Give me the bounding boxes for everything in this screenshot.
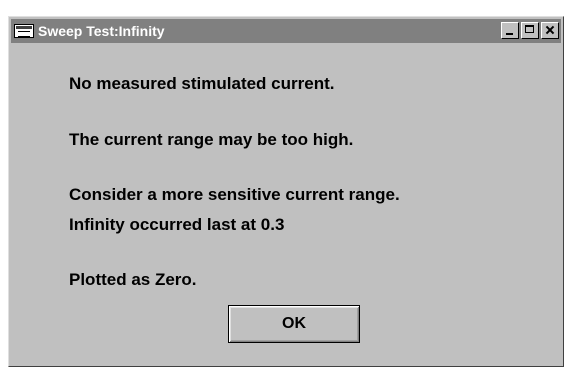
maximize-icon[interactable] [521, 22, 539, 39]
close-icon[interactable] [541, 22, 559, 39]
message-dialog: Sweep Test:Infinity No measured stimulat… [8, 16, 564, 367]
message-line-plotted-zero: Plotted as Zero. [69, 270, 197, 289]
minimize-icon[interactable] [501, 22, 519, 39]
app-window-icon[interactable] [14, 24, 34, 38]
window-controls [499, 22, 559, 39]
message-line-consider-range: Consider a more sensitive current range. [69, 185, 400, 204]
ok-button[interactable]: OK [228, 305, 360, 343]
title-bar[interactable]: Sweep Test:Infinity [11, 19, 561, 43]
message-line-range-too-high: The current range may be too high. [69, 130, 354, 149]
window-title: Sweep Test:Infinity [38, 23, 165, 39]
message-line-no-current: No measured stimulated current. [69, 74, 335, 93]
message-line-infinity-occurred: Infinity occurred last at 0.3 [69, 215, 285, 234]
